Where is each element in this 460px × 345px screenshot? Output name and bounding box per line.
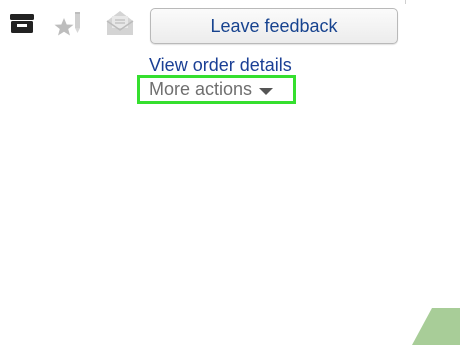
more-actions-label: More actions: [149, 78, 253, 99]
top-divider: [405, 0, 406, 4]
envelope-icon[interactable]: [104, 9, 136, 37]
corner-decoration: [412, 308, 460, 345]
box-icon[interactable]: [8, 11, 36, 35]
more-actions-button[interactable]: More actions: [149, 78, 274, 100]
leave-feedback-button[interactable]: Leave feedback: [150, 8, 398, 44]
view-order-details-link[interactable]: View order details: [149, 55, 292, 76]
star-rating-icon[interactable]: [54, 8, 86, 40]
caret-down-icon: [259, 87, 274, 95]
